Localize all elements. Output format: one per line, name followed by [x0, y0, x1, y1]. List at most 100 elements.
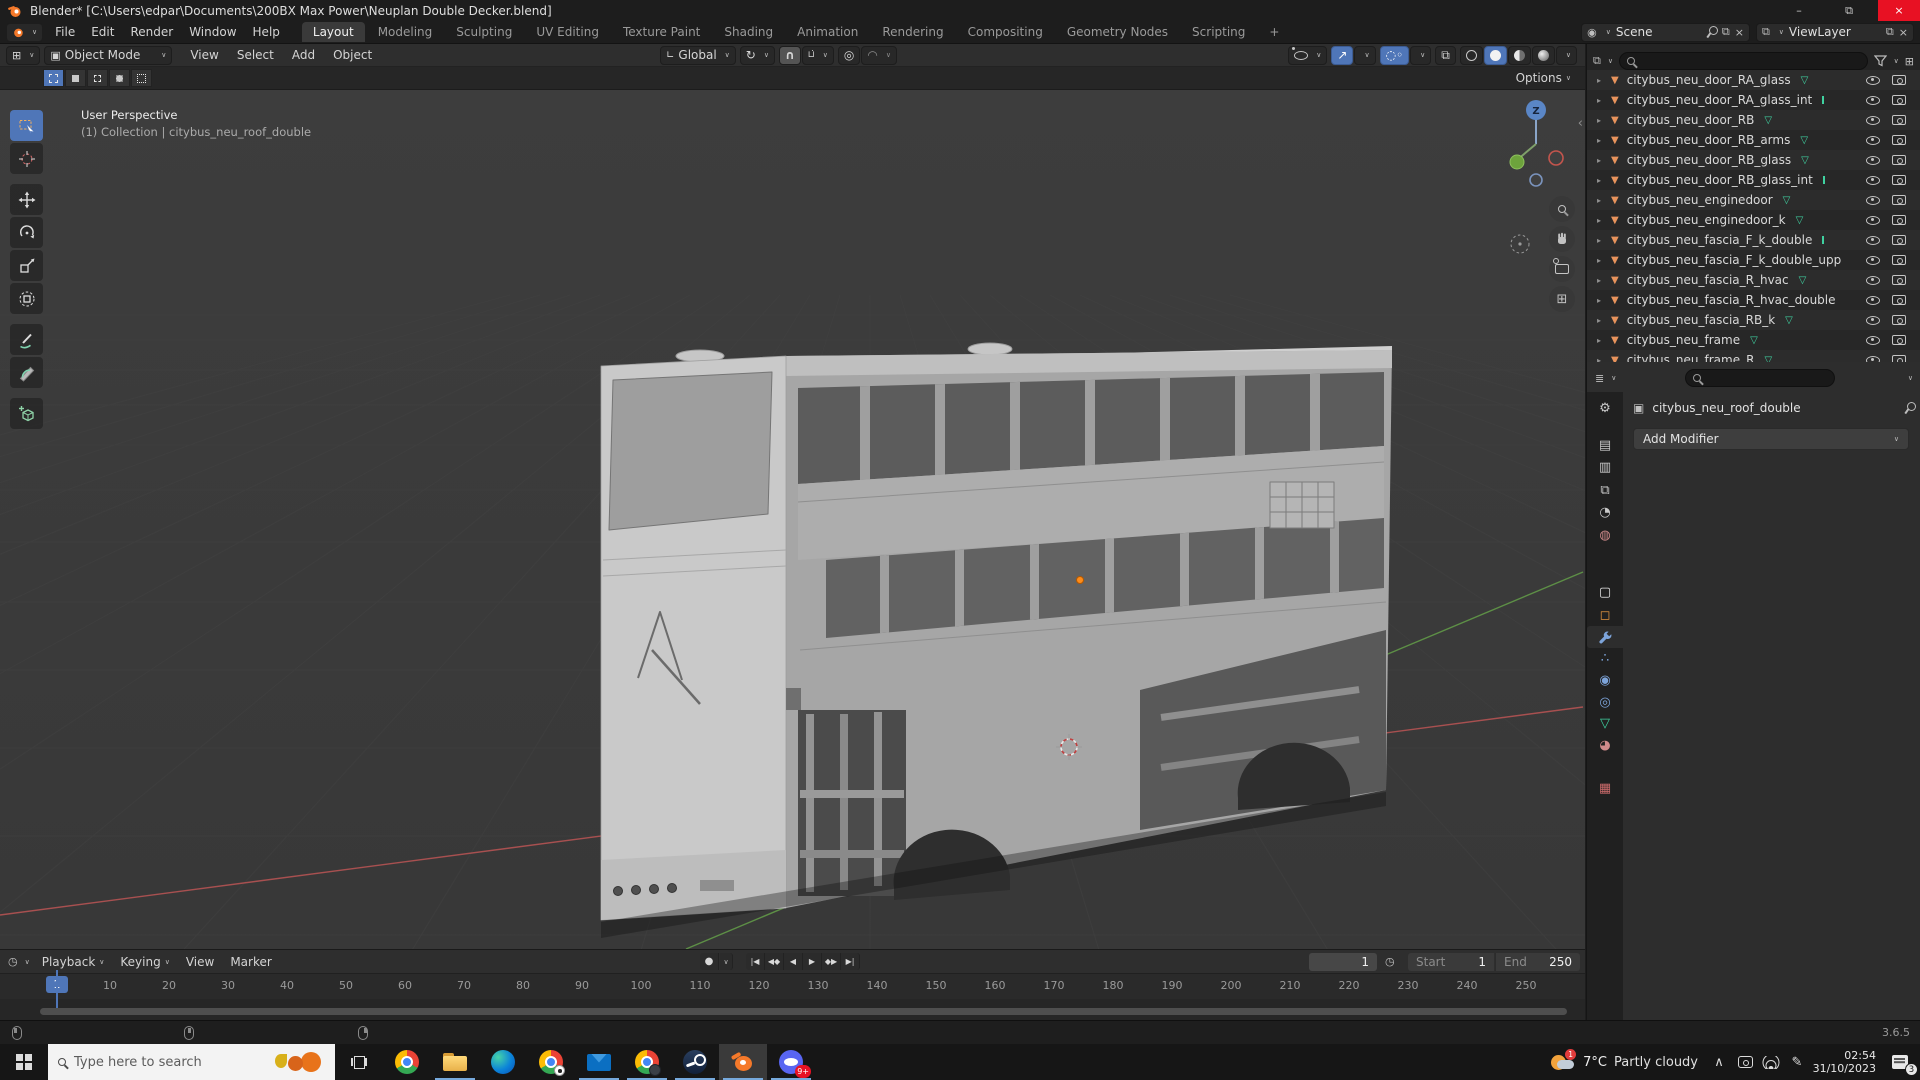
object-name[interactable]: citybus_neu_door_RA_glass — [1627, 73, 1791, 87]
workspace-tab-layout[interactable]: Layout — [302, 22, 365, 42]
render-visibility-camera-icon[interactable] — [1892, 335, 1906, 345]
pen-settings-button[interactable]: ✎ — [1784, 1044, 1810, 1080]
expand-arrow-icon[interactable]: ▸ — [1597, 216, 1611, 225]
proportional-falloff-dropdown[interactable]: ◠∨ — [861, 46, 897, 65]
tool-select-box[interactable] — [10, 110, 43, 141]
shading-settings-dropdown[interactable]: ∨ — [1556, 46, 1577, 65]
object-name[interactable]: citybus_neu_fascia_R_hvac — [1627, 273, 1789, 287]
properties-tab-render[interactable]: ▤ — [1587, 434, 1623, 456]
object-name[interactable]: citybus_neu_fascia_R_hvac_double — [1627, 293, 1836, 307]
object-name[interactable]: citybus_neu_door_RB_glass — [1627, 153, 1791, 167]
visibility-eye-icon[interactable] — [1866, 76, 1880, 85]
visibility-eye-icon[interactable] — [1866, 336, 1880, 345]
restore-button[interactable]: ⧉ — [1828, 0, 1870, 21]
timeline-menu-marker[interactable]: Marker — [222, 953, 279, 971]
taskbar-app-chrome[interactable] — [383, 1044, 431, 1080]
taskbar-app-mail[interactable] — [575, 1044, 623, 1080]
tool-measure[interactable] — [10, 357, 43, 388]
workspace-tab-texture-paint[interactable]: Texture Paint — [612, 22, 711, 42]
show-gizmo-toggle[interactable]: ↗ — [1331, 46, 1353, 65]
timeline-menu-playback[interactable]: Playback∨ — [34, 953, 113, 971]
playhead-line[interactable] — [56, 970, 58, 1009]
viewport-menu-view[interactable]: View — [182, 46, 226, 64]
menu-edit[interactable]: Edit — [83, 23, 122, 41]
workspace-tab-geometry-nodes[interactable]: Geometry Nodes — [1056, 22, 1179, 42]
outliner-row[interactable]: ▸▼citybus_neu_door_RA_glass_int — [1587, 90, 1920, 110]
properties-editor-dropdown[interactable]: ≣ ∨ — [1595, 372, 1616, 385]
render-visibility-camera-icon[interactable] — [1892, 315, 1906, 325]
tool-move[interactable] — [10, 184, 43, 215]
viewport-canvas[interactable]: User Perspective (1) Collection | citybu… — [0, 90, 1585, 949]
notification-center-button[interactable]: 3 — [1880, 1044, 1920, 1080]
unlink-scene-icon[interactable]: × — [1735, 26, 1744, 39]
object-name[interactable]: citybus_neu_enginedoor_k — [1627, 213, 1786, 227]
current-frame-field[interactable]: 1 — [1309, 953, 1377, 971]
visibility-eye-icon[interactable] — [1866, 116, 1880, 125]
workspace-tab-sculpting[interactable]: Sculpting — [445, 22, 523, 42]
auto-keying-toggle[interactable]: ● — [700, 953, 719, 970]
object-name[interactable]: citybus_neu_enginedoor — [1627, 193, 1773, 207]
menu-file[interactable]: File — [47, 23, 83, 41]
render-visibility-camera-icon[interactable] — [1892, 135, 1906, 145]
pan-hand-button[interactable] — [1549, 226, 1575, 252]
shading-material-button[interactable] — [1508, 46, 1531, 65]
visibility-eye-icon[interactable] — [1866, 296, 1880, 305]
taskbar-app-file-explorer[interactable] — [431, 1044, 479, 1080]
expand-arrow-icon[interactable]: ▸ — [1597, 136, 1611, 145]
shading-wireframe-button[interactable] — [1460, 46, 1483, 65]
workspace-tab-shading[interactable]: Shading — [713, 22, 784, 42]
workspace-tab-compositing[interactable]: Compositing — [957, 22, 1054, 42]
editor-type-button[interactable]: ⊞ ∨ — [6, 46, 40, 65]
object-name[interactable]: citybus_neu_door_RA_glass_int — [1627, 93, 1813, 107]
outliner-row[interactable]: ▸▼citybus_neu_frame▽ — [1587, 330, 1920, 350]
tool-rotate[interactable] — [10, 217, 43, 248]
expand-arrow-icon[interactable]: ▸ — [1597, 296, 1611, 305]
taskbar-app-chrome-football[interactable] — [527, 1044, 575, 1080]
outliner-row[interactable]: ▸▼citybus_neu_enginedoor_k▽ — [1587, 210, 1920, 230]
properties-tab-scene[interactable]: ◔ — [1587, 501, 1623, 523]
auto-keying-dropdown[interactable]: ∨ — [720, 953, 733, 970]
clock-widget[interactable]: 02:54 31/10/2023 — [1810, 1049, 1880, 1075]
visibility-eye-icon[interactable] — [1866, 196, 1880, 205]
jump-to-previous-keyframe-button[interactable]: ◀◆ — [765, 953, 784, 970]
tool-cursor[interactable] — [10, 143, 43, 174]
expand-arrow-icon[interactable]: ▸ — [1597, 196, 1611, 205]
blender-menu-button[interactable]: ∨ — [6, 23, 43, 42]
select-mode-invert-button[interactable] — [109, 69, 130, 87]
render-visibility-camera-icon[interactable] — [1892, 235, 1906, 245]
use-preview-range-toggle[interactable]: ◷ — [1385, 955, 1395, 968]
expand-arrow-icon[interactable]: ▸ — [1597, 156, 1611, 165]
properties-tab-object-data[interactable]: ▽ — [1587, 712, 1623, 734]
start-button[interactable] — [0, 1044, 48, 1080]
jump-to-next-keyframe-button[interactable]: ◆▶ — [822, 953, 841, 970]
remove-view-layer-icon[interactable]: × — [1899, 26, 1908, 39]
properties-tab-object[interactable]: ◻ — [1587, 604, 1623, 626]
properties-tab-tool[interactable]: ⚙ — [1587, 397, 1623, 419]
workspace-tab-animation[interactable]: Animation — [786, 22, 869, 42]
outliner-row[interactable]: ▸▼citybus_neu_fascia_F_k_double — [1587, 230, 1920, 250]
expand-arrow-icon[interactable]: ▸ — [1597, 236, 1611, 245]
menu-render[interactable]: Render — [122, 23, 181, 41]
new-collection-button[interactable]: ⊞ — [1905, 55, 1914, 68]
properties-tab-physics[interactable]: ◉ — [1587, 669, 1623, 691]
properties-tab-output[interactable]: ▥ — [1587, 456, 1623, 478]
taskbar-app-edge[interactable] — [479, 1044, 527, 1080]
render-visibility-camera-icon[interactable] — [1892, 155, 1906, 165]
overlays-settings-dropdown[interactable]: ∨ — [1410, 46, 1431, 65]
pivot-point-dropdown[interactable]: ↻∨ — [740, 46, 775, 65]
transform-orientation-dropdown[interactable]: ∟ Global ∨ — [660, 46, 736, 65]
render-visibility-camera-icon[interactable] — [1892, 195, 1906, 205]
show-object-types-dropdown[interactable]: ∨ — [1288, 46, 1327, 65]
workspace-tab-modeling[interactable]: Modeling — [367, 22, 444, 42]
properties-tab-world[interactable]: ◍ — [1587, 524, 1623, 546]
jump-to-start-button[interactable]: |◀ — [746, 953, 765, 970]
outliner-row[interactable]: ▸▼citybus_neu_door_RB▽ — [1587, 110, 1920, 130]
render-visibility-camera-icon[interactable] — [1892, 215, 1906, 225]
snap-toggle[interactable]: ∩ — [779, 46, 801, 65]
expand-arrow-icon[interactable]: ▸ — [1597, 76, 1611, 85]
proportional-editing-toggle[interactable]: ◎ — [838, 46, 860, 65]
menu-help[interactable]: Help — [245, 23, 288, 41]
outliner-row[interactable]: ▸▼citybus_neu_fascia_F_k_double_upp — [1587, 250, 1920, 270]
tool-add-cube[interactable] — [10, 398, 43, 429]
visibility-eye-icon[interactable] — [1866, 96, 1880, 105]
